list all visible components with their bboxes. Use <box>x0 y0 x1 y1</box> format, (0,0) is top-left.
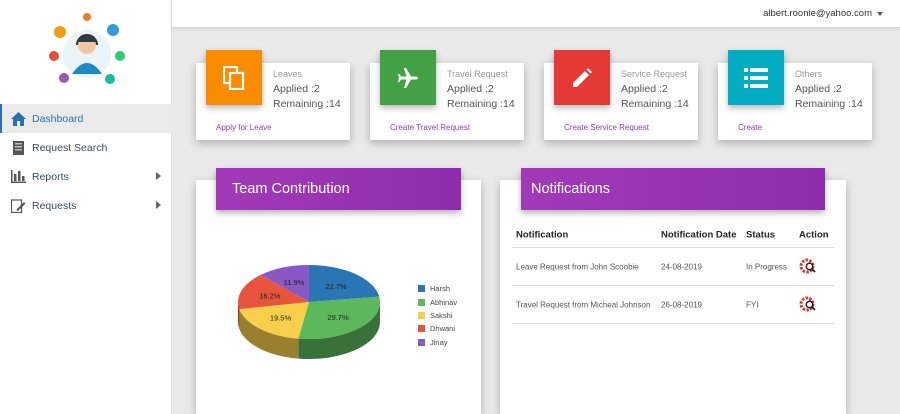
others-card: Others Applied :2 Remaining :14 Create <box>718 50 872 140</box>
notifications-table: Notification Notification Date Status Ac… <box>512 222 834 324</box>
applied-count: Applied :2 <box>447 83 494 95</box>
sidebar-item-requests[interactable]: Requests <box>0 191 172 220</box>
pie-data-label: 29.7% <box>327 313 349 322</box>
edit-document-icon <box>10 198 26 214</box>
legend-swatch <box>418 338 425 346</box>
sidebar-item-request-search[interactable]: Request Search <box>0 133 172 162</box>
legend-swatch <box>418 298 425 306</box>
sidebar-item-label: Dashboard <box>32 112 84 125</box>
view-action-button[interactable] <box>799 295 817 315</box>
legend-item[interactable]: Dhwani <box>418 322 457 335</box>
legend-item[interactable]: Sakshi <box>418 309 457 322</box>
column-header: Notification <box>516 229 569 240</box>
remaining-count: Remaining :14 <box>273 98 341 110</box>
table-row: Travel Request from Micheal Johnson 26-0… <box>512 286 834 324</box>
table-header-row: Notification Notification Date Status Ac… <box>512 222 834 248</box>
team-contribution-pie-chart: 22.7% 29.7% 19.5% 16.2%11.9% <box>238 265 380 359</box>
legend-label: Harsh <box>430 284 451 294</box>
notification-status: FYI <box>746 300 759 309</box>
service-request-card: Service Request Applied :2 Remaining :14… <box>544 50 698 140</box>
remaining-count: Remaining :14 <box>447 98 515 110</box>
card-title: Others <box>795 69 823 79</box>
home-icon <box>10 111 26 127</box>
remaining-count: Remaining :14 <box>795 98 863 110</box>
pie-data-label: 16.2% <box>259 291 281 300</box>
card-title: Service Request <box>621 69 688 79</box>
view-action-button[interactable] <box>799 257 817 277</box>
top-bar: albert.roonie@yahoo.com <box>172 0 900 28</box>
copy-icon <box>206 50 262 105</box>
travel-request-card: Travel Request Applied :2 Remaining :14 … <box>370 50 524 140</box>
pie-data-label: 19.5% <box>270 314 292 323</box>
leaves-card: Leaves Applied :2 Remaining :14 Apply fo… <box>196 50 350 140</box>
create-service-request-link[interactable]: Create Service Request <box>564 123 649 132</box>
legend-item[interactable]: Abhinav <box>418 295 457 308</box>
column-header: Action <box>799 229 829 240</box>
legend-label: Dhwani <box>430 324 456 334</box>
pie-data-label: 22.7% <box>325 282 347 291</box>
list-icon <box>728 50 784 105</box>
legend-item[interactable]: Harsh <box>418 282 457 295</box>
notification-text: Leave Request from John Scoobie <box>516 262 639 271</box>
legend-label: Jinay <box>430 337 448 347</box>
notifications-panel: Notifications Notification Notification … <box>500 168 846 414</box>
table-row: Leave Request from John Scoobie 24-08-20… <box>512 248 834 286</box>
notification-status: In Progress <box>746 262 787 271</box>
card-title: Travel Request <box>447 69 508 79</box>
sidebar-nav: Dashboard Request Search Reports Request… <box>0 104 172 220</box>
notification-text: Travel Request from Micheal Johnson <box>516 300 651 309</box>
airplane-icon <box>380 50 436 105</box>
remaining-count: Remaining :14 <box>621 98 689 110</box>
applied-count: Applied :2 <box>795 83 842 95</box>
pie-data-label: 11.9% <box>284 278 305 287</box>
apply-leave-link[interactable]: Apply for Leave <box>216 123 272 132</box>
legend-label: Sakshi <box>430 310 453 320</box>
applied-count: Applied :2 <box>273 83 320 95</box>
legend-item[interactable]: Jinay <box>418 336 457 349</box>
panel-title: Notifications <box>521 168 825 210</box>
gear-search-icon <box>799 296 816 311</box>
notification-date: 26-08-2019 <box>661 300 702 309</box>
applied-count: Applied :2 <box>621 83 668 95</box>
chevron-right-icon <box>156 172 161 180</box>
column-header: Notification Date <box>661 229 737 240</box>
notification-date: 24-08-2019 <box>661 262 702 271</box>
support-agent-logo <box>49 13 125 84</box>
book-icon <box>10 140 26 156</box>
legend-swatch <box>418 311 425 319</box>
sidebar-item-dashboard[interactable]: Dashboard <box>0 104 172 133</box>
sidebar-item-reports[interactable]: Reports <box>0 162 172 191</box>
legend-label: Abhinav <box>430 297 458 307</box>
caret-down-icon[interactable] <box>877 12 883 16</box>
pencil-icon <box>554 50 610 105</box>
user-menu[interactable]: albert.roonie@yahoo.com <box>763 8 872 19</box>
gear-search-icon <box>799 258 816 273</box>
column-header: Status <box>746 229 776 240</box>
bar-chart-icon <box>10 169 26 185</box>
sidebar-item-label: Request Search <box>32 141 108 154</box>
sidebar-item-label: Reports <box>32 170 69 183</box>
legend-swatch <box>418 325 425 333</box>
card-title: Leaves <box>273 69 303 79</box>
sidebar: Dashboard Request Search Reports Request… <box>0 0 172 414</box>
legend-swatch <box>418 285 425 293</box>
chart-legend: Harsh Abhinav Sakshi Dhwani Jinay <box>418 282 457 349</box>
create-travel-request-link[interactable]: Create Travel Request <box>390 123 470 132</box>
chevron-right-icon <box>156 201 161 209</box>
sidebar-item-label: Requests <box>32 199 77 212</box>
create-other-link[interactable]: Create <box>738 123 762 132</box>
panel-title: Team Contribution <box>216 168 461 210</box>
